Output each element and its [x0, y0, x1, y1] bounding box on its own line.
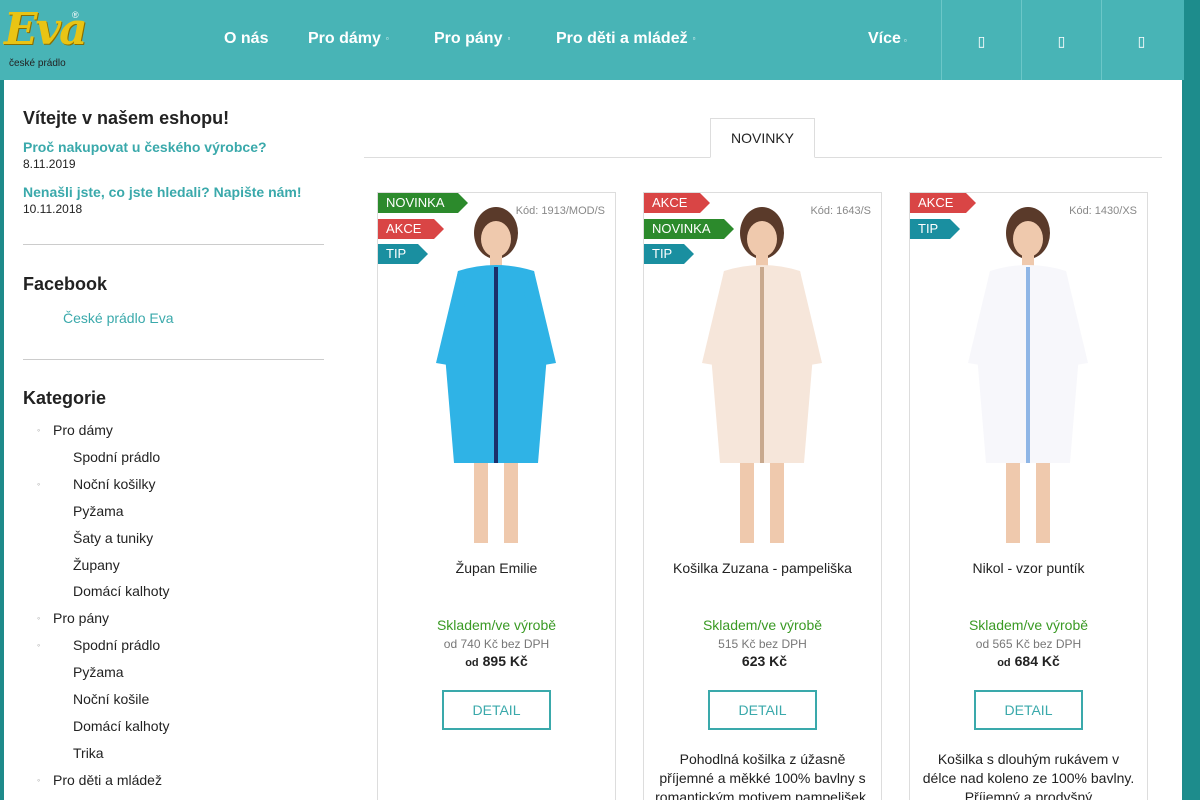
subcategory-item[interactable]: Noční košilky — [73, 476, 155, 492]
page-content: Vítejte v našem eshopu! Proč nakupovat u… — [4, 80, 1182, 800]
price-without-vat: od 565 Kč bez DPH — [975, 637, 1082, 651]
subcategory-item[interactable]: Domácí kalhoty — [73, 583, 169, 599]
price-value: 623 Kč — [741, 653, 788, 669]
badge-novinka: NOVINKA — [644, 218, 734, 239]
product-photo — [910, 193, 1147, 548]
bullet-icon: ◦ — [37, 613, 41, 624]
news-link[interactable]: Proč nakupovat u českého výrobce? — [23, 139, 324, 155]
account-button[interactable]: ▯ — [1021, 0, 1101, 80]
tab-novinky[interactable]: NOVINKY — [710, 118, 815, 158]
nav-item-pro-deti[interactable]: Pro děti a mládež ▫ — [556, 30, 695, 48]
divider — [23, 244, 324, 245]
chevron-down-icon: ▫ — [903, 36, 907, 45]
subcategory-item[interactable]: Noční košile — [73, 691, 149, 707]
registered-mark: ® — [72, 10, 79, 20]
welcome-title: Vítejte v našem eshopu! — [23, 108, 230, 128]
product-code: Kód: 1913/MOD/S — [515, 205, 605, 217]
product-description: Pohodlná košilka z úžasně příjemné a měk… — [655, 751, 870, 800]
price-without-vat: od 740 Kč bez DPH — [443, 637, 550, 651]
price-prefix: od — [465, 657, 479, 669]
subcategory-item[interactable]: Domácí kalhoty — [73, 718, 169, 734]
chevron-down-icon: ▫ — [692, 34, 696, 44]
badge-tip: TIP — [644, 244, 694, 264]
price-prefix: od — [997, 657, 1011, 669]
detail-button[interactable]: DETAIL — [442, 690, 551, 730]
badge-akce: AKCE — [378, 218, 444, 239]
price-without-vat: 515 Kč bez DPH — [718, 637, 807, 651]
product-name[interactable]: Košilka Zuzana - pampeliška — [644, 560, 881, 576]
price: od 895 Kč — [378, 653, 615, 669]
subcategory-item[interactable]: Pyžama — [73, 664, 124, 680]
stock-status: Skladem/ve výrobě — [968, 617, 1089, 633]
logo-tagline: české prádlo — [9, 58, 66, 69]
category-list: Pro dámy ◦ Spodní prádlo Noční košilky ◦ Pyža… — [23, 409, 324, 789]
badge-akce: AKCE — [644, 193, 710, 213]
detail-button[interactable]: DETAIL — [708, 690, 817, 730]
nav-item-label: Pro dámy — [308, 30, 381, 47]
nav-more-label: Více — [868, 30, 901, 47]
product-name[interactable]: Nikol - vzor puntík — [910, 560, 1147, 576]
product-image[interactable] — [910, 193, 1147, 548]
bullet-icon: ◦ — [37, 478, 41, 489]
chevron-down-icon: ▫ — [385, 34, 389, 44]
site-header: Eva ® české prádlo O nás Pro dámy ▫ Pro p… — [0, 0, 1184, 80]
price-value: 895 Kč — [482, 653, 528, 669]
news-link[interactable]: Nenašli jste, co jste hledali? Napište n… — [23, 184, 324, 200]
product-code: Kód: 1643/S — [810, 205, 871, 217]
user-icon: ▯ — [1057, 33, 1066, 49]
nav-item-label: O nás — [224, 30, 269, 47]
bullet-icon: ◦ — [37, 774, 41, 785]
nav-item-o-nas[interactable]: O nás — [224, 30, 268, 48]
bullet-icon: ◦ — [37, 425, 41, 435]
category-item[interactable]: Pro dámy — [53, 422, 113, 438]
badge-novinka: NOVINKA — [378, 193, 468, 213]
badge-tip: TIP — [378, 244, 428, 264]
product-description: Košilka s dlouhým rukávem v délce nad ko… — [922, 751, 1135, 800]
subcategory-item[interactable]: Šaty a tuniky — [73, 530, 153, 546]
price: od 684 Kč — [910, 653, 1147, 669]
badge-tip: TIP — [910, 218, 960, 239]
price: 623 Kč — [644, 653, 881, 669]
nav-more-menu[interactable]: Více ▫ — [868, 30, 907, 48]
badge-akce: AKCE — [910, 193, 976, 213]
product-code: Kód: 1430/XS — [1069, 205, 1137, 217]
sidebar: Vítejte v našem eshopu! Proč nakupovat u… — [23, 108, 324, 789]
cart-button[interactable]: ▯ — [1101, 0, 1181, 80]
detail-button[interactable]: DETAIL — [974, 690, 1083, 730]
product-card[interactable]: Kód: 1430/XS AKCE TIP Nikol - vzor puntík Sk… — [909, 192, 1148, 800]
nav-item-pro-pany[interactable]: Pro pány ▫ — [434, 30, 510, 48]
subcategory-item[interactable]: Spodní prádlo — [73, 449, 160, 465]
nav-item-label: Pro děti a mládež — [556, 30, 688, 47]
subcategory-item[interactable]: Pyžama — [73, 503, 124, 519]
subcategory-item[interactable]: Župany — [73, 557, 120, 573]
facebook-title: Facebook — [23, 274, 108, 294]
nav-item-pro-damy[interactable]: Pro dámy ▫ — [308, 30, 389, 48]
product-card[interactable]: Kód: 1643/S AKCE NOVINKA TIP Košilka Zuzana … — [643, 192, 882, 800]
chevron-down-icon: ▫ — [507, 34, 511, 44]
news-date: 8.11.2019 — [23, 157, 76, 171]
brand-logo[interactable]: Eva ® české prádlo — [4, 8, 88, 72]
stock-status: Skladem/ve výrobě — [436, 617, 557, 633]
page-scrollbar[interactable] — [1184, 0, 1200, 800]
search-button[interactable]: ▯ — [941, 0, 1021, 80]
stock-status: Skladem/ve výrobě — [702, 617, 823, 633]
product-card[interactable]: Kód: 1913/MOD/S NOVINKA AKCE TIP Župan Emili… — [377, 192, 616, 800]
nav-item-label: Pro pány — [434, 30, 503, 47]
facebook-link[interactable]: České prádlo Eva — [63, 310, 324, 326]
price-value: 684 Kč — [1014, 653, 1060, 669]
news-date: 10.11.2018 — [23, 202, 83, 216]
divider — [23, 359, 324, 360]
subcategory-item[interactable]: Spodní prádlo — [73, 637, 160, 653]
categories-title: Kategorie — [23, 388, 107, 408]
cart-icon: ▯ — [1137, 33, 1146, 49]
category-item[interactable]: Pro pány — [53, 610, 109, 626]
category-item[interactable]: Pro děti a mládež — [53, 772, 162, 788]
product-name[interactable]: Župan Emilie — [378, 560, 615, 576]
subcategory-item[interactable]: Trika — [73, 745, 104, 761]
bullet-icon: ◦ — [37, 640, 41, 651]
search-icon: ▯ — [977, 33, 986, 49]
